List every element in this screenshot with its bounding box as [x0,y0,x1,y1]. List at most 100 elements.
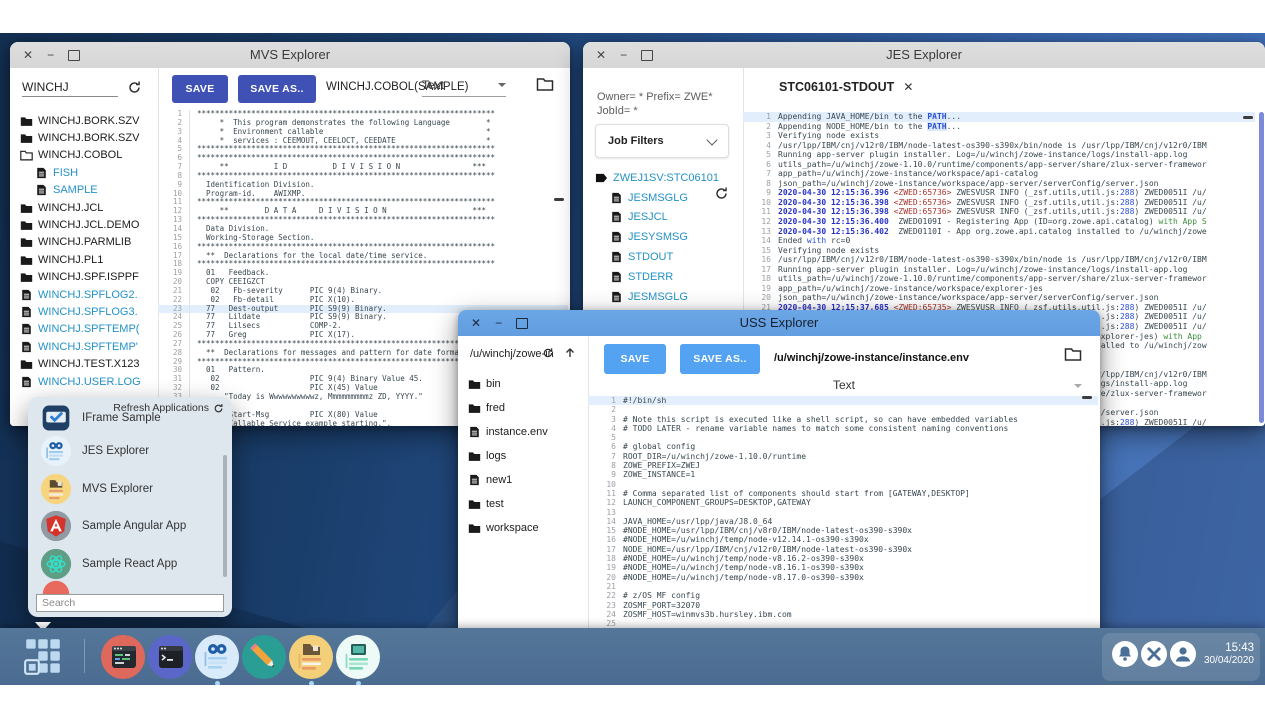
line-content: LAUNCH_COMPONENT_GROUPS=DESKTOP,GATEWAY [623,498,811,507]
line-content: # TODO LATER - rename variable names to … [623,424,1008,433]
tree-item[interactable]: JESYSMSG [585,227,743,247]
taskbar-app-mvs-explorer-icon[interactable] [288,634,334,680]
scrollbar-thumb[interactable] [223,455,227,577]
save-as-button[interactable]: SAVE AS.. [680,344,760,374]
open-folder-icon[interactable] [1064,346,1082,362]
job-filters-dropdown[interactable]: Job Filters [595,124,729,158]
open-folder-icon[interactable] [536,76,554,92]
taskbar-separator [84,639,85,673]
taskbar-app-terminal-indigo-icon[interactable] [147,634,193,680]
syntax-mode-select[interactable]: Text [422,78,506,97]
tree-item[interactable]: instance.env [458,420,588,444]
line-number: 16 [588,535,623,544]
tree-item[interactable]: WINCHJ.JCL [10,199,158,216]
launcher-item-mvs-explorer[interactable]: MVS Explorer [28,472,232,506]
tree-item[interactable]: WINCHJ.SPFLOG2. [10,286,158,303]
launcher-item-sample-react-app[interactable]: Sample React App [28,547,232,581]
taskbar-app-jes-explorer-icon[interactable] [194,634,240,680]
line-number: 17 [743,265,778,275]
save-as-button[interactable]: SAVE AS.. [238,75,316,103]
tree-item[interactable]: test [458,492,588,516]
tree-item-label: WINCHJ.JCL [38,202,103,214]
tree-item-label: FISH [53,167,78,179]
tree-item[interactable]: WINCHJ.PL1 [10,251,158,268]
uss-titlebar[interactable]: ✕ − USS Explorer [458,310,1100,337]
refresh-icon[interactable] [542,347,554,359]
launcher-item-sample-angular-app[interactable]: Sample Angular App [28,509,232,543]
code-line: 5 [588,433,1098,442]
scrollbar-thumb[interactable] [1243,116,1253,119]
scrollbar-track[interactable] [1259,112,1264,423]
tree-item[interactable]: STDERR [585,267,743,287]
tree-item[interactable]: new1 [458,468,588,492]
tree-item[interactable]: WINCHJ.SPFTEMP' [10,338,158,355]
file-icon [610,211,623,223]
tree-item[interactable]: fred [458,396,588,420]
app-launcher-popup: Refresh Applications IFrame SampleJES Ex… [28,397,232,617]
refresh-icon[interactable] [127,80,142,95]
line-number: 24 [588,610,623,619]
close-tab-icon[interactable]: ✕ [903,80,913,94]
dataset-search-input[interactable] [22,78,118,97]
tree-item[interactable]: logs [458,444,588,468]
line-number: 19 [743,284,778,294]
line-number: 11 [743,207,778,217]
file-icon [20,306,33,318]
code-line: 15Verifying node exists [743,246,1255,256]
tree-item-label: bin [486,378,501,390]
mvs-dataset-tree: WINCHJ.BORK.SZVWINCHJ.BORK.SZVWINCHJ.COB… [10,112,158,390]
scrollbar-thumb[interactable] [554,198,564,201]
spool-tab[interactable]: STC06101-STDOUT ✕ [779,80,913,94]
tree-item[interactable]: workspace [458,516,588,540]
file-icon [20,341,33,353]
notifications-bell-icon[interactable] [1112,641,1138,667]
tree-item[interactable]: WINCHJ.TEST.X123 [10,355,158,372]
tree-item[interactable]: JESJCL [585,208,743,228]
taskbar-app-editor-pencil-icon[interactable] [241,634,287,680]
launcher-item-jes-explorer[interactable]: JES Explorer [28,434,232,468]
syntax-mode-select[interactable]: Text [588,378,1100,392]
tree-item-label: WINCHJ.SPFLOG2. [38,289,138,301]
tree-item[interactable]: JESMSGLG [585,287,743,307]
tree-item[interactable]: WINCHJ.PARMLIB [10,234,158,251]
tree-item[interactable]: bin [458,372,588,396]
tree-item[interactable]: WINCHJ.SPFTEMP( [10,321,158,338]
taskbar-app-terminal-red-icon[interactable] [100,634,146,680]
app-search-input[interactable] [36,594,224,612]
tree-item[interactable]: WINCHJ.BORK.SZV [10,129,158,146]
tree-item[interactable]: WINCHJ.JCL.DEMO [10,216,158,233]
tree-item[interactable]: WINCHJ.SPF.ISPPF [10,269,158,286]
code-line: 15#NODE_HOME=/usr/lpp/IBM/cnj/v8r0/IBM/n… [588,526,1098,535]
jes-titlebar[interactable]: ✕ − JES Explorer [583,42,1265,69]
line-number: 4 [588,424,623,433]
mvs-titlebar[interactable]: ✕ − MVS Explorer [10,42,570,69]
app-launcher-button[interactable] [22,635,64,677]
up-directory-icon[interactable] [564,347,576,359]
tree-item[interactable]: WINCHJ.BORK.SZV [10,112,158,129]
tree-item[interactable]: WINCHJ.COBOL [10,147,158,164]
line-number: 17 [588,545,623,554]
line-number: 13 [743,227,778,237]
file-icon [610,192,623,204]
tree-item[interactable]: FISH [10,164,158,181]
tree-item-label: new1 [486,474,512,486]
line-number: 7 [588,452,623,461]
save-button[interactable]: SAVE [604,344,666,374]
refresh-icon[interactable] [714,186,729,201]
scrollbar-thumb[interactable] [1082,396,1092,399]
tree-item[interactable]: ZWEJ1SV:STC06101 [585,168,743,188]
tree-item[interactable]: SAMPLE [10,182,158,199]
tree-item-label: WINCHJ.SPF.ISPPF [38,271,139,283]
tree-item[interactable]: WINCHJ.USER.LOG [10,373,158,390]
tree-item[interactable]: WINCHJ.SPFLOG3. [10,303,158,320]
tree-item[interactable]: STDOUT [585,247,743,267]
code-line: 7ROOT_DIR=/u/winchj/zowe-1.10.0/runtime [588,452,1098,461]
save-button[interactable]: SAVE [172,75,228,103]
shell-script-editor[interactable]: 1#!/bin/sh23# Note this script is execut… [588,394,1098,632]
launcher-item-iframe-sample[interactable]: IFrame Sample [28,401,232,435]
line-content: 2020-04-30 12:15:36.402 ZWED0110I - App … [778,227,1207,237]
uss-explorer-window: ✕ − USS Explorer /u/winchj/zowe-in binfr… [458,310,1100,632]
settings-tools-icon[interactable] [1141,641,1167,667]
taskbar-app-uss-explorer-icon[interactable] [335,634,381,680]
line-content: 2020-04-30 12:15:36.400 ZWED0109I - Regi… [778,217,1207,227]
